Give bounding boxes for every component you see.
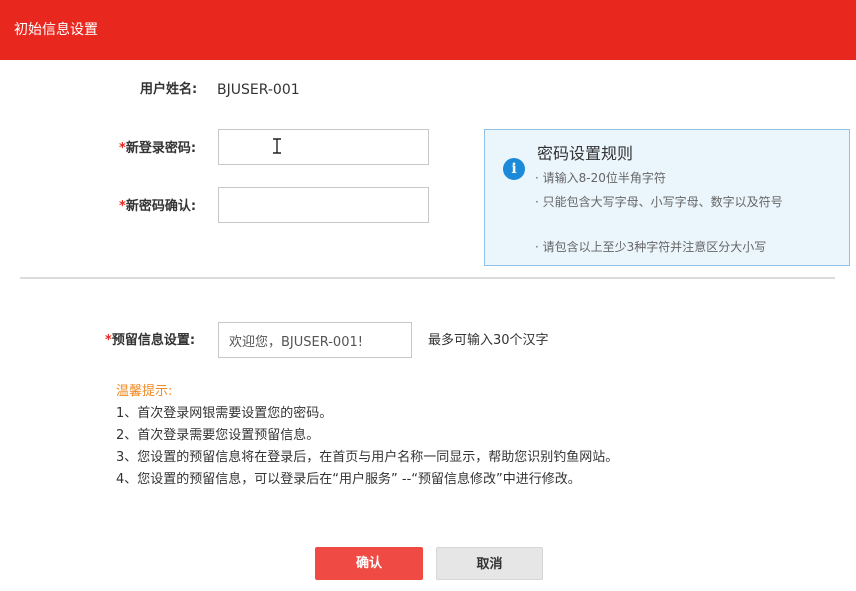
section-divider (20, 277, 835, 279)
confirm-password-input[interactable] (218, 187, 429, 223)
new-password-input[interactable] (218, 129, 429, 165)
password-rules-box: i 密码设置规则 · 请输入8-20位半角字符 · 只能包含大写字母、小写字母、… (484, 129, 850, 266)
confirm-button[interactable]: 确认 (315, 547, 423, 580)
tips-title: 温馨提示: (116, 384, 173, 399)
required-mark: * (105, 333, 112, 348)
username-value: BJUSER-001 (217, 82, 300, 98)
new-password-label-row: *新登录密码: (119, 140, 196, 158)
page-title: 初始信息设置 (14, 22, 98, 38)
text-cursor-icon (273, 138, 281, 154)
password-rules-title: 密码设置规则 (537, 144, 634, 163)
required-mark: * (119, 199, 126, 214)
reserved-info-label-row: *预留信息设置: (105, 332, 195, 350)
confirm-password-label-row: *新密码确认: (119, 198, 196, 216)
initial-settings-page: 初始信息设置 用户姓名: BJUSER-001 *新登录密码: *新密码确认: … (0, 0, 856, 591)
username-label: 用户姓名: (140, 82, 198, 97)
reserved-info-hint: 最多可输入30个汉字 (428, 333, 549, 348)
tip-item: 2、首次登录需要您设置预留信息。 (116, 428, 320, 443)
required-mark: * (119, 141, 126, 156)
reserved-info-label: 预留信息设置: (111, 333, 196, 348)
new-password-label: 新登录密码: (125, 141, 197, 156)
reserved-info-input[interactable] (218, 322, 412, 358)
password-rule-item: · 请输入8-20位半角字符 (535, 171, 666, 185)
confirm-password-label: 新密码确认: (125, 199, 197, 214)
cancel-button[interactable]: 取消 (436, 547, 543, 580)
tip-item: 1、首次登录网银需要设置您的密码。 (116, 406, 333, 421)
password-rule-item: · 只能包含大写字母、小写字母、数字以及符号 (535, 195, 783, 209)
info-icon: i (503, 158, 525, 180)
header-bar: 初始信息设置 (0, 0, 856, 60)
tip-item: 3、您设置的预留信息将在登录后，在首页与用户名称一同显示，帮助您识别钓鱼网站。 (116, 450, 619, 465)
tip-item: 4、您设置的预留信息，可以登录后在“用户服务” --“预留信息修改”中进行修改。 (116, 472, 581, 487)
password-rule-item: · 请包含以上至少3种字符并注意区分大小写 (535, 240, 767, 254)
